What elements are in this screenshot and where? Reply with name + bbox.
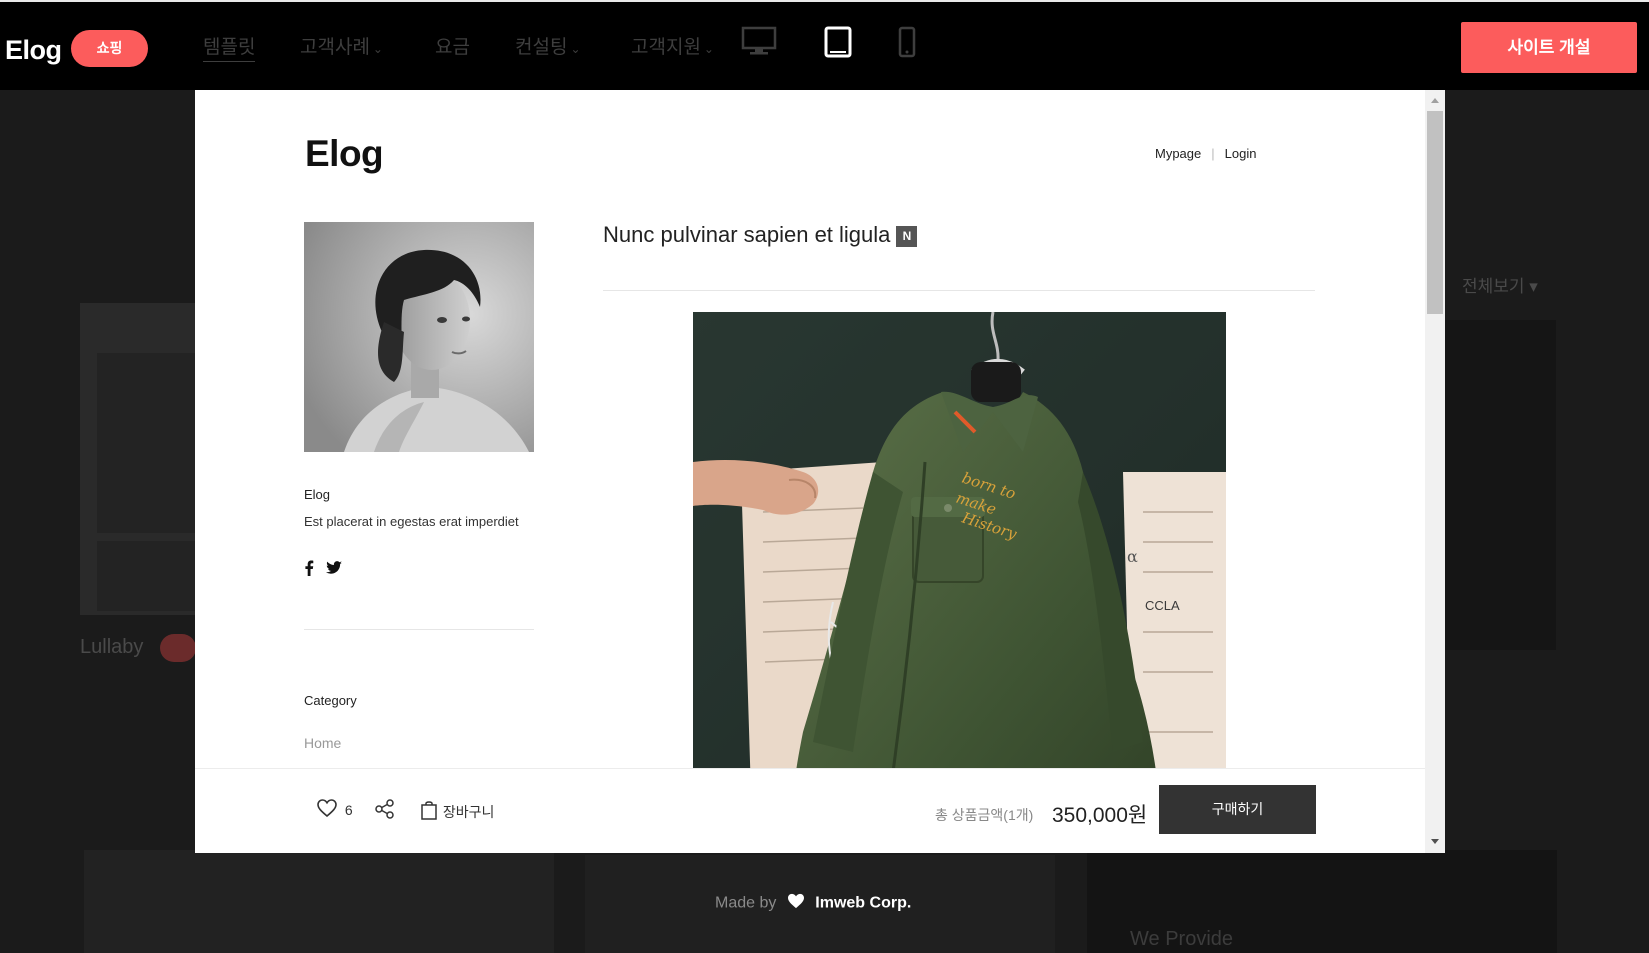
nav-label: 컨설팅 bbox=[515, 37, 568, 58]
total-price: 350,000원 bbox=[1052, 804, 1148, 827]
sidebar-divider bbox=[304, 629, 534, 630]
nav-cases[interactable]: 고객사례 ⌄ bbox=[300, 32, 383, 59]
nav-templates[interactable]: 템플릿 bbox=[203, 32, 256, 62]
new-badge: N bbox=[896, 226, 918, 247]
cart-icon bbox=[421, 801, 437, 823]
category-heading: Category bbox=[304, 693, 357, 708]
link-separator: | bbox=[1211, 146, 1215, 161]
company-name: Imweb Corp. bbox=[815, 894, 912, 912]
shopping-badge: 쇼핑 bbox=[71, 30, 148, 67]
filter-dropdown[interactable]: 전체보기 ▾ bbox=[1462, 272, 1538, 297]
chevron-down-icon: ⌄ bbox=[570, 42, 581, 56]
post-divider bbox=[603, 290, 1315, 291]
profile-photo bbox=[304, 222, 534, 452]
site-logo[interactable]: Elog bbox=[5, 35, 62, 66]
post-title: Nunc pulvinar sapien et ligula N bbox=[603, 222, 918, 248]
login-link[interactable]: Login bbox=[1225, 146, 1257, 161]
like-button[interactable]: 6 bbox=[317, 799, 353, 820]
template-preview-modal: Elog Mypage | Login Elog Est placerat in e… bbox=[195, 90, 1445, 853]
nav-label: 요금 bbox=[435, 37, 470, 58]
buy-button[interactable]: 구매하기 bbox=[1159, 785, 1316, 834]
facebook-icon[interactable] bbox=[304, 560, 314, 581]
template-card[interactable] bbox=[1445, 320, 1556, 650]
svg-text:α: α bbox=[1127, 547, 1138, 566]
tablet-icon[interactable] bbox=[824, 26, 852, 63]
twitter-icon[interactable] bbox=[326, 561, 343, 580]
made-by-credit[interactable]: Made by Imweb Corp. bbox=[715, 893, 911, 914]
share-icon[interactable] bbox=[375, 799, 395, 824]
preview-logo[interactable]: Elog bbox=[305, 133, 384, 175]
template-card-text: We Provide bbox=[1130, 928, 1234, 950]
template-card-badge bbox=[160, 634, 196, 662]
scrollbar-thumb[interactable] bbox=[1427, 111, 1443, 314]
nav-pricing[interactable]: 요금 bbox=[435, 32, 470, 59]
nav-label: 고객지원 bbox=[631, 37, 701, 58]
create-site-button[interactable]: 사이트 개설 bbox=[1461, 22, 1637, 73]
nav-label: 템플릿 bbox=[203, 37, 256, 58]
social-links bbox=[304, 560, 350, 581]
cart-label: 장바구니 bbox=[442, 804, 495, 820]
template-card[interactable] bbox=[84, 850, 554, 953]
purchase-bar: 6 장바구니 총 상품금액(1개) 350,000원 구매하기 bbox=[195, 768, 1425, 853]
cart-button[interactable]: 장바구니 bbox=[421, 801, 494, 823]
top-header: Elog 쇼핑 템플릿 고객사례 ⌄ 요금 컨설팅 ⌄ 고객지원 ⌄ 사이트 개설 bbox=[0, 2, 1649, 90]
category-item-home[interactable]: Home bbox=[304, 735, 341, 751]
post-title-text: Nunc pulvinar sapien et ligula bbox=[603, 222, 891, 247]
chevron-down-icon: ⌄ bbox=[372, 42, 383, 56]
heart-icon bbox=[787, 893, 805, 913]
nav-label: 고객사례 bbox=[300, 37, 370, 58]
heart-icon bbox=[317, 799, 337, 820]
svg-text:CCLA: CCLA bbox=[1145, 598, 1180, 613]
total-label: 총 상품금액(1개) bbox=[935, 807, 1034, 823]
made-by-label: Made by bbox=[715, 894, 777, 912]
profile-name: Elog bbox=[304, 487, 331, 502]
scroll-up-arrow[interactable] bbox=[1431, 98, 1439, 103]
mobile-icon[interactable] bbox=[898, 26, 916, 63]
profile-description: Est placerat in egestas erat imperdiet bbox=[304, 514, 519, 529]
scroll-down-arrow[interactable] bbox=[1431, 839, 1439, 844]
nav-consulting[interactable]: 컨설팅 ⌄ bbox=[515, 32, 581, 59]
template-card-title[interactable]: Lullaby bbox=[80, 636, 143, 659]
preview-user-links: Mypage | Login bbox=[1155, 146, 1256, 161]
mypage-link[interactable]: Mypage bbox=[1155, 146, 1201, 161]
desktop-icon[interactable] bbox=[741, 26, 777, 61]
template-card[interactable] bbox=[80, 303, 200, 615]
like-count: 6 bbox=[344, 801, 353, 818]
chevron-down-icon: ⌄ bbox=[703, 42, 714, 56]
nav-support[interactable]: 고객지원 ⌄ bbox=[631, 32, 714, 59]
